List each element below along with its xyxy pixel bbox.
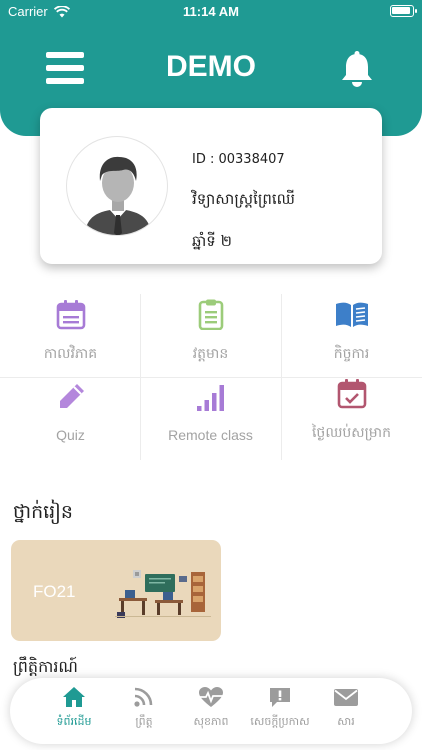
nav-health[interactable]: សុខភាព bbox=[171, 684, 251, 738]
menu-label: កិច្ចការ bbox=[333, 345, 370, 361]
bottom-nav: ទំព័រដើម ព្រឹត្ត សុខភាព សេចក្តីប្រកាស សា… bbox=[10, 678, 412, 744]
battery-icon bbox=[390, 5, 417, 17]
mail-icon bbox=[333, 686, 359, 708]
nav-home[interactable]: ទំព័រដើម bbox=[34, 684, 114, 738]
menu-label: ថ្ងៃឈប់សម្រាក bbox=[311, 424, 392, 440]
menu-label: Quiz bbox=[56, 427, 85, 443]
class-name: FO21 bbox=[33, 582, 76, 601]
bell-icon[interactable] bbox=[340, 50, 374, 88]
student-id: ID : 00338407 bbox=[192, 152, 285, 167]
classroom-illustration bbox=[115, 570, 211, 618]
class-card[interactable]: FO21 bbox=[11, 540, 221, 641]
student-faculty: វិទ្យាសាស្ត្រព្រៃឈើ bbox=[192, 190, 295, 208]
clipboard-icon bbox=[195, 298, 227, 331]
nav-label: សុខភាព bbox=[193, 715, 229, 728]
menu-item-holidays[interactable]: ថ្ងៃឈប់សម្រាក bbox=[281, 377, 422, 460]
nav-label: សារ bbox=[337, 715, 355, 728]
menu-label: វត្តមាន bbox=[192, 345, 229, 361]
signal-bars-icon bbox=[195, 381, 227, 413]
user-avatar-icon bbox=[85, 156, 151, 235]
menu-label: Remote class bbox=[168, 427, 253, 443]
profile-card[interactable]: ID : 00338407 វិទ្យាសាស្ត្រព្រៃឈើ ឆ្នាំទ… bbox=[40, 108, 382, 264]
menu-label: កាលវិភាគ bbox=[43, 345, 98, 361]
rss-icon bbox=[132, 686, 156, 708]
menu-item-schedule[interactable]: កាលវិភាគ bbox=[0, 294, 141, 377]
menu-item-quiz[interactable]: Quiz bbox=[0, 377, 141, 460]
menu-item-remote-class[interactable]: Remote class bbox=[140, 377, 281, 460]
nav-label: ទំព័រដើម bbox=[56, 715, 92, 728]
announcement-icon bbox=[268, 686, 292, 708]
home-icon bbox=[62, 686, 86, 708]
classes-section-title: ថ្នាក់រៀន bbox=[13, 501, 73, 523]
heartbeat-icon bbox=[197, 686, 225, 708]
status-time: 11:14 AM bbox=[183, 4, 239, 19]
calendar-check-icon bbox=[336, 377, 368, 409]
student-year: ឆ្នាំទី ២ bbox=[192, 232, 232, 250]
book-icon bbox=[334, 298, 370, 330]
menu-item-attendance[interactable]: វត្តមាន bbox=[140, 294, 281, 377]
avatar bbox=[66, 136, 168, 236]
menu-item-assignments[interactable]: កិច្ចការ bbox=[281, 294, 422, 377]
menu-grid: កាលវិភាគ វត្តមាន កិច្ចការ Quiz Remote cl… bbox=[0, 294, 422, 460]
status-bar: Carrier 11:14 AM bbox=[0, 0, 422, 24]
nav-messages[interactable]: សារ bbox=[306, 684, 386, 738]
calendar-icon bbox=[55, 298, 87, 330]
events-section-title: ព្រឹត្តិការណ៍ bbox=[13, 657, 78, 676]
pencil-icon bbox=[55, 381, 87, 413]
